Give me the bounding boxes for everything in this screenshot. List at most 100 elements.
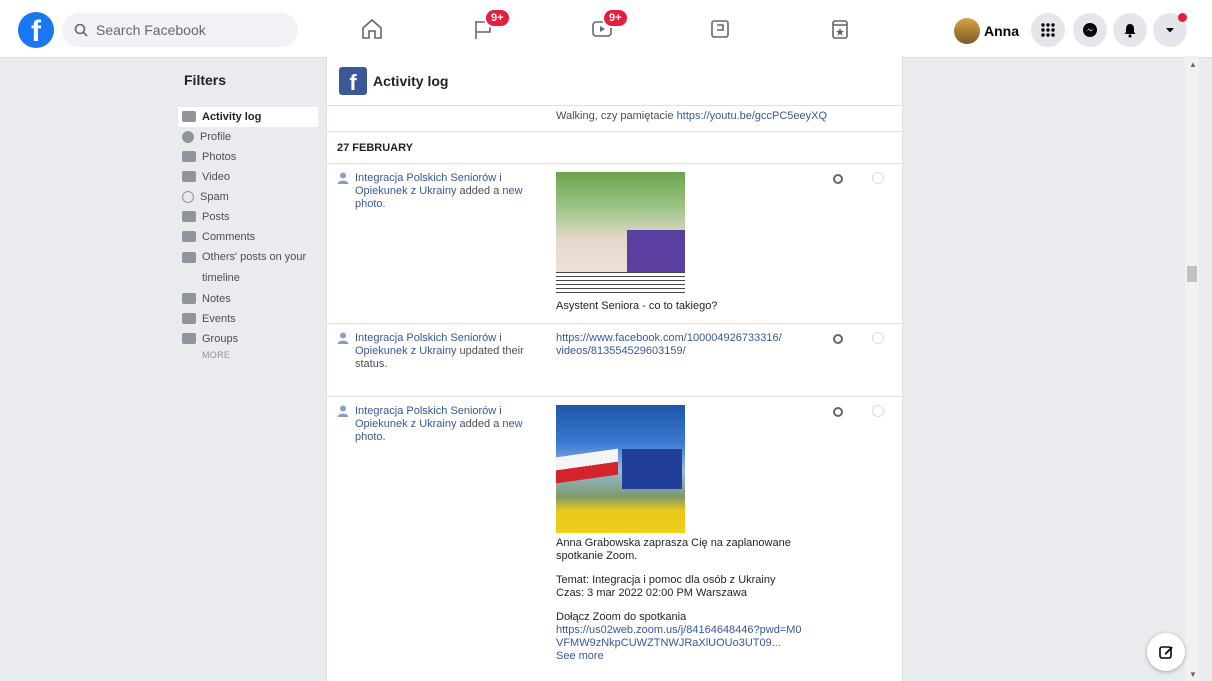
- scroll-down-arrow[interactable]: ▼: [1189, 670, 1197, 679]
- filter-label: Activity log: [202, 111, 262, 123]
- notification-dot: [1178, 13, 1187, 22]
- select-checkbox[interactable]: [872, 332, 884, 344]
- top-navigation-bar: f 9+ 9+ Anna: [0, 0, 1212, 58]
- facebook-icon: f: [339, 66, 367, 95]
- pages-tab[interactable]: [702, 14, 738, 44]
- facebook-logo[interactable]: f: [18, 12, 54, 48]
- youtube-link[interactable]: https://youtu.be/gccPC5eeyXQ: [677, 110, 827, 122]
- pages-icon: [711, 20, 729, 38]
- events-icon: [182, 313, 196, 324]
- marketplace-tab[interactable]: [822, 14, 858, 44]
- friends-tab[interactable]: 9+: [466, 8, 511, 44]
- log-entry: Integracja Polskich Seniorów i Opiekunek…: [327, 324, 902, 396]
- filter-label: Events: [202, 313, 236, 325]
- log-entry: Integracja Polskich Seniorów i Opiekunek…: [327, 164, 902, 323]
- filter-label: Others' posts on your timeline: [202, 251, 307, 284]
- entry-detail: https://www.facebook.com/100004926733316…: [556, 332, 786, 358]
- zoom-link[interactable]: https://us02web.zoom.us/j/84164648446?pw…: [556, 624, 808, 650]
- select-checkbox[interactable]: [872, 172, 884, 184]
- person-icon: [337, 172, 349, 184]
- search-icon: [74, 23, 88, 37]
- person-icon: [337, 405, 349, 417]
- filter-label: Video: [202, 171, 230, 183]
- filter-label: Groups: [202, 333, 239, 345]
- watch-tab[interactable]: 9+: [584, 8, 629, 44]
- video-link[interactable]: https://www.facebook.com/100004926733316…: [556, 332, 782, 357]
- previous-entry-text: Walking, czy pamiętacie https://youtu.be…: [556, 110, 827, 122]
- photos-icon: [182, 151, 196, 162]
- filter-label: Profile: [200, 131, 232, 143]
- comment-icon: [182, 252, 196, 263]
- filter-profile[interactable]: Profile: [178, 127, 318, 147]
- entry-summary: Integracja Polskich Seniorów i Opiekunek…: [337, 405, 537, 444]
- filter-photos[interactable]: Photos: [178, 147, 318, 167]
- notes-icon: [182, 293, 196, 304]
- compose-icon: [1159, 646, 1173, 659]
- flags-photo[interactable]: [556, 405, 685, 533]
- zoom-invite-line: Anna Grabowska zaprasza Cię na zaplanowa…: [556, 537, 791, 562]
- entry-text: Integracja Polskich Seniorów i Opiekunek…: [355, 332, 524, 370]
- info-icon: [182, 131, 194, 143]
- divider: [327, 131, 902, 132]
- chevron-down-icon: [1166, 28, 1174, 33]
- home-icon: [362, 18, 382, 39]
- grid-menu-icon: [1041, 23, 1055, 37]
- notifications-button[interactable]: [1113, 13, 1147, 47]
- filter-video[interactable]: Video: [178, 167, 318, 187]
- menu-button[interactable]: [1031, 13, 1065, 47]
- filter-label: Photos: [202, 151, 237, 163]
- zoom-time: Czas: 3 mar 2022 02:00 PM Warszawa: [556, 587, 747, 599]
- filters-title: Filters: [184, 72, 227, 88]
- filter-spam[interactable]: Spam: [178, 187, 318, 207]
- see-more-link[interactable]: See more: [556, 650, 796, 663]
- filter-posts[interactable]: Posts: [178, 207, 318, 227]
- facebook-icon: [182, 111, 196, 122]
- entry-text: Integracja Polskich Seniorów i Opiekunek…: [355, 172, 523, 210]
- video-icon: [182, 171, 196, 182]
- scrollbar-thumb[interactable]: [1187, 266, 1197, 282]
- filter-list: Activity log Profile Photos Video Spam P…: [178, 107, 318, 360]
- previous-entry-body: Walking, czy pamiętacie: [556, 110, 677, 122]
- profile-name: Anna: [984, 23, 1019, 39]
- entry-text: Integracja Polskich Seniorów i Opiekunek…: [355, 405, 523, 443]
- select-checkbox[interactable]: [872, 405, 884, 417]
- comment-icon: [182, 231, 196, 242]
- filter-groups[interactable]: Groups: [178, 329, 318, 349]
- globe-icon[interactable]: [833, 174, 843, 184]
- search-box[interactable]: [62, 13, 298, 47]
- filter-activity-log[interactable]: Activity log: [178, 107, 318, 127]
- messenger-icon: [1083, 23, 1097, 37]
- more-link[interactable]: MORE: [178, 350, 318, 360]
- globe-icon[interactable]: [833, 334, 843, 344]
- panel-header: f Activity log: [327, 56, 902, 106]
- zoom-join-label: Dołącz Zoom do spotkania: [556, 611, 687, 623]
- account-button[interactable]: [1153, 13, 1187, 47]
- entry-action: added a: [456, 418, 503, 430]
- bell-icon: [1124, 24, 1136, 38]
- notification-badge: 9+: [602, 8, 629, 28]
- profile-link[interactable]: Anna: [954, 18, 1019, 44]
- notification-badge: 9+: [484, 8, 511, 28]
- filter-comments[interactable]: Comments: [178, 227, 318, 247]
- filter-events[interactable]: Events: [178, 309, 318, 329]
- seniors-photo[interactable]: [556, 172, 685, 296]
- filter-label: Posts: [202, 211, 230, 223]
- messenger-button[interactable]: [1073, 13, 1107, 47]
- person-icon: [182, 211, 196, 222]
- filter-others-posts[interactable]: Others' posts on your timeline: [178, 247, 318, 289]
- scroll-up-arrow[interactable]: ▲: [1189, 60, 1197, 69]
- new-message-button[interactable]: [1147, 633, 1185, 671]
- person-icon: [337, 332, 349, 344]
- filter-notes[interactable]: Notes: [178, 289, 318, 309]
- filter-label: Notes: [202, 293, 231, 305]
- home-tab[interactable]: [354, 14, 390, 44]
- globe-icon[interactable]: [833, 407, 843, 417]
- entry-detail: Asystent Seniora - co to takiego?: [556, 172, 816, 313]
- events-star-icon: [832, 20, 848, 39]
- activity-log-panel: f Activity log Walking, czy pamiętacie h…: [326, 56, 903, 681]
- spam-icon: [182, 191, 194, 203]
- page-scrollbar[interactable]: [1185, 56, 1199, 681]
- log-entry: Integracja Polskich Seniorów i Opiekunek…: [327, 397, 902, 681]
- search-input[interactable]: [96, 22, 276, 38]
- entry-action: added a: [456, 185, 503, 197]
